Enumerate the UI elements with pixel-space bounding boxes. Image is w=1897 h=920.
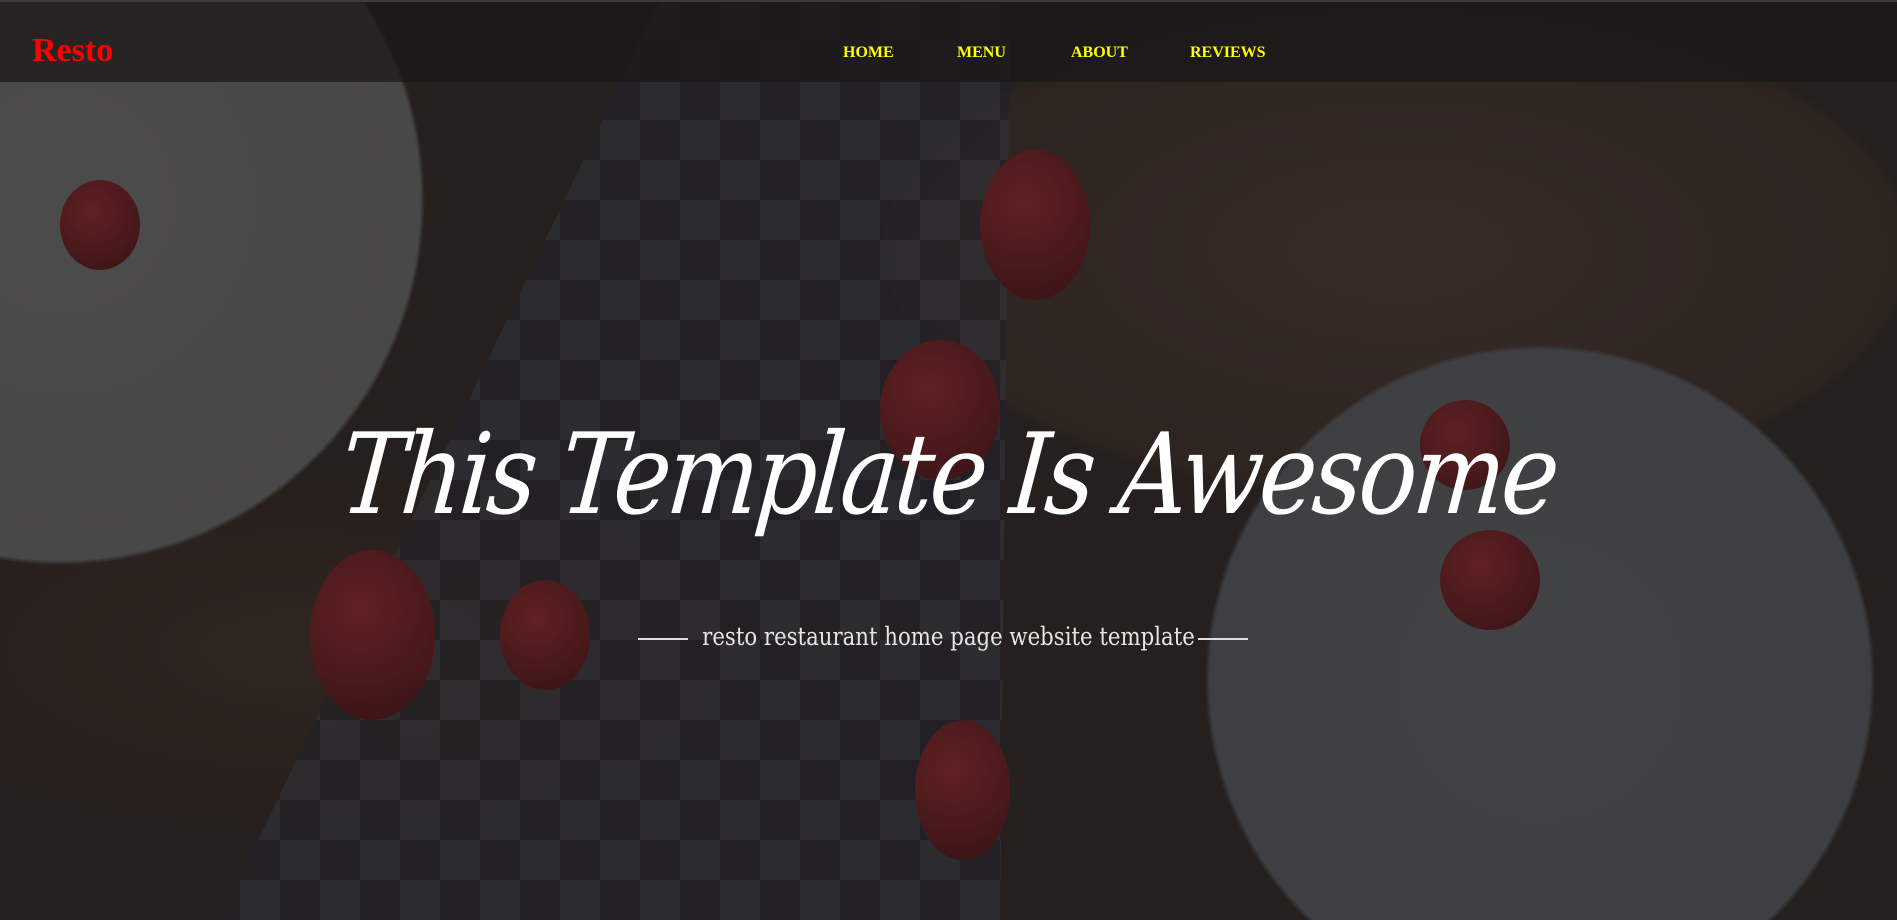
nav-reviews[interactable]: REVIEWS xyxy=(1190,44,1266,62)
top-navbar: Resto HOME MENU ABOUT REVIEWS xyxy=(0,0,1897,82)
nav-about[interactable]: ABOUT xyxy=(1071,44,1128,62)
subtitle-divider-right xyxy=(1198,638,1248,640)
hero-title: This Template Is Awesome xyxy=(335,410,1562,540)
nav-home[interactable]: HOME xyxy=(843,44,894,62)
hero-subtitle: resto restaurant home page website templ… xyxy=(702,622,1195,651)
logo[interactable]: Resto xyxy=(32,32,113,70)
nav-menu[interactable]: MENU xyxy=(957,44,1006,62)
